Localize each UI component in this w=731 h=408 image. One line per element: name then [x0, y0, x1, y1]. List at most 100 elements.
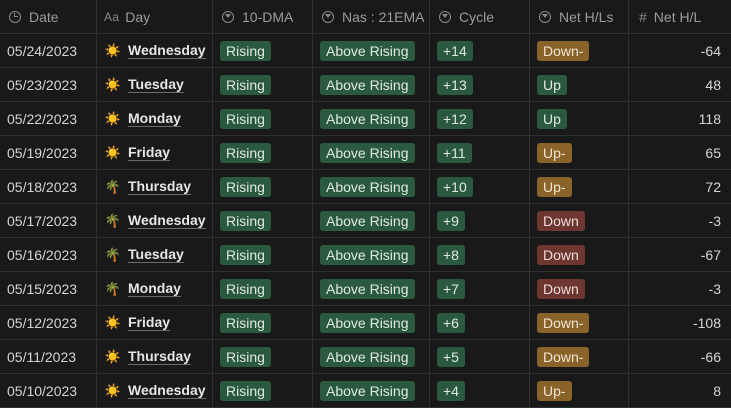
cell-day[interactable]: 🌴 Thursday: [97, 170, 213, 203]
cell-10dma[interactable]: Rising: [213, 34, 313, 67]
day-title-link[interactable]: Monday: [128, 280, 181, 297]
cell-day[interactable]: ☀️ Friday: [97, 306, 213, 339]
cell-10dma[interactable]: Rising: [213, 238, 313, 271]
cell-day[interactable]: ☀️ Wednesday: [97, 374, 213, 407]
day-title-link[interactable]: Wednesday: [128, 42, 206, 59]
cell-day[interactable]: 🌴 Monday: [97, 272, 213, 305]
cell-day[interactable]: ☀️ Friday: [97, 136, 213, 169]
cell-nas-21ema[interactable]: Above Rising: [313, 170, 430, 203]
day-title-link[interactable]: Tuesday: [128, 76, 184, 93]
table-row[interactable]: 05/15/2023 🌴 Monday Rising Above Rising …: [0, 272, 731, 306]
cell-10dma[interactable]: Rising: [213, 68, 313, 101]
cell-net-hls[interactable]: Up-: [530, 374, 629, 407]
cell-nas-21ema[interactable]: Above Rising: [313, 34, 430, 67]
cell-date[interactable]: 05/24/2023: [0, 34, 97, 67]
cell-net-hl[interactable]: 8: [629, 374, 731, 407]
table-row[interactable]: 05/23/2023 ☀️ Tuesday Rising Above Risin…: [0, 68, 731, 102]
cell-date[interactable]: 05/11/2023: [0, 340, 97, 373]
cell-nas-21ema[interactable]: Above Rising: [313, 136, 430, 169]
cell-date[interactable]: 05/12/2023: [0, 306, 97, 339]
cell-nas-21ema[interactable]: Above Rising: [313, 68, 430, 101]
cell-day[interactable]: ☀️ Wednesday: [97, 34, 213, 67]
cell-net-hls[interactable]: Up-: [530, 170, 629, 203]
cell-net-hl[interactable]: -108: [629, 306, 731, 339]
cell-net-hls[interactable]: Up: [530, 68, 629, 101]
day-title-link[interactable]: Thursday: [128, 178, 192, 195]
cell-date[interactable]: 05/18/2023: [0, 170, 97, 203]
cell-day[interactable]: ☀️ Thursday: [97, 340, 213, 373]
day-title-link[interactable]: Friday: [128, 144, 171, 161]
cell-day[interactable]: ☀️ Tuesday: [97, 68, 213, 101]
cell-net-hls[interactable]: Up-: [530, 136, 629, 169]
cell-nas-21ema[interactable]: Above Rising: [313, 340, 430, 373]
cell-net-hl[interactable]: 48: [629, 68, 731, 101]
cell-net-hls[interactable]: Down-: [530, 306, 629, 339]
day-title-link[interactable]: Tuesday: [128, 246, 184, 263]
cell-10dma[interactable]: Rising: [213, 170, 313, 203]
column-header-date[interactable]: Date: [0, 0, 97, 33]
cell-10dma[interactable]: Rising: [213, 272, 313, 305]
cell-10dma[interactable]: Rising: [213, 374, 313, 407]
cell-net-hl[interactable]: -64: [629, 34, 731, 67]
cell-10dma[interactable]: Rising: [213, 340, 313, 373]
cell-day[interactable]: 🌴 Tuesday: [97, 238, 213, 271]
table-row[interactable]: 05/24/2023 ☀️ Wednesday Rising Above Ris…: [0, 34, 731, 68]
cell-nas-21ema[interactable]: Above Rising: [313, 204, 430, 237]
cell-nas-21ema[interactable]: Above Rising: [313, 272, 430, 305]
cell-date[interactable]: 05/19/2023: [0, 136, 97, 169]
cell-net-hl[interactable]: 65: [629, 136, 731, 169]
day-title-link[interactable]: Wednesday: [128, 382, 206, 399]
cell-cycle[interactable]: +9: [430, 204, 530, 237]
day-title-link[interactable]: Monday: [128, 110, 181, 127]
table-row[interactable]: 05/11/2023 ☀️ Thursday Rising Above Risi…: [0, 340, 731, 374]
cell-net-hls[interactable]: Down: [530, 204, 629, 237]
cell-date[interactable]: 05/23/2023: [0, 68, 97, 101]
cell-cycle[interactable]: +14: [430, 34, 530, 67]
cell-cycle[interactable]: +7: [430, 272, 530, 305]
cell-cycle[interactable]: +6: [430, 306, 530, 339]
column-header-cycle[interactable]: Cycle: [430, 0, 530, 33]
cell-cycle[interactable]: +10: [430, 170, 530, 203]
day-title-link[interactable]: Thursday: [128, 348, 192, 365]
table-row[interactable]: 05/17/2023 🌴 Wednesday Rising Above Risi…: [0, 204, 731, 238]
table-row[interactable]: 05/12/2023 ☀️ Friday Rising Above Rising…: [0, 306, 731, 340]
cell-day[interactable]: 🌴 Wednesday: [97, 204, 213, 237]
column-header-day[interactable]: Aa Day: [97, 0, 213, 33]
table-row[interactable]: 05/18/2023 🌴 Thursday Rising Above Risin…: [0, 170, 731, 204]
cell-net-hls[interactable]: Down: [530, 272, 629, 305]
cell-cycle[interactable]: +5: [430, 340, 530, 373]
cell-net-hl[interactable]: -66: [629, 340, 731, 373]
table-row[interactable]: 05/22/2023 ☀️ Monday Rising Above Rising…: [0, 102, 731, 136]
day-title-link[interactable]: Wednesday: [128, 212, 206, 229]
cell-net-hl[interactable]: 72: [629, 170, 731, 203]
cell-net-hl[interactable]: -3: [629, 204, 731, 237]
cell-10dma[interactable]: Rising: [213, 102, 313, 135]
cell-net-hl[interactable]: 118: [629, 102, 731, 135]
cell-cycle[interactable]: +8: [430, 238, 530, 271]
table-row[interactable]: 05/19/2023 ☀️ Friday Rising Above Rising…: [0, 136, 731, 170]
cell-cycle[interactable]: +13: [430, 68, 530, 101]
cell-net-hls[interactable]: Down: [530, 238, 629, 271]
cell-net-hls[interactable]: Down-: [530, 340, 629, 373]
cell-nas-21ema[interactable]: Above Rising: [313, 374, 430, 407]
cell-nas-21ema[interactable]: Above Rising: [313, 102, 430, 135]
cell-nas-21ema[interactable]: Above Rising: [313, 306, 430, 339]
cell-cycle[interactable]: +11: [430, 136, 530, 169]
cell-net-hl[interactable]: -3: [629, 272, 731, 305]
day-title-link[interactable]: Friday: [128, 314, 171, 331]
column-header-nas-21ema[interactable]: Nas : 21EMA: [313, 0, 430, 33]
table-row[interactable]: 05/16/2023 🌴 Tuesday Rising Above Rising…: [0, 238, 731, 272]
cell-date[interactable]: 05/22/2023: [0, 102, 97, 135]
column-header-10dma[interactable]: 10-DMA: [213, 0, 313, 33]
cell-net-hls[interactable]: Down-: [530, 34, 629, 67]
cell-date[interactable]: 05/17/2023: [0, 204, 97, 237]
column-header-net-hls[interactable]: Net H/Ls: [530, 0, 629, 33]
cell-net-hl[interactable]: -67: [629, 238, 731, 271]
cell-10dma[interactable]: Rising: [213, 204, 313, 237]
column-header-net-hl[interactable]: # Net H/L: [629, 0, 731, 33]
cell-net-hls[interactable]: Up: [530, 102, 629, 135]
cell-cycle[interactable]: +4: [430, 374, 530, 407]
cell-date[interactable]: 05/15/2023: [0, 272, 97, 305]
cell-10dma[interactable]: Rising: [213, 306, 313, 339]
cell-day[interactable]: ☀️ Monday: [97, 102, 213, 135]
